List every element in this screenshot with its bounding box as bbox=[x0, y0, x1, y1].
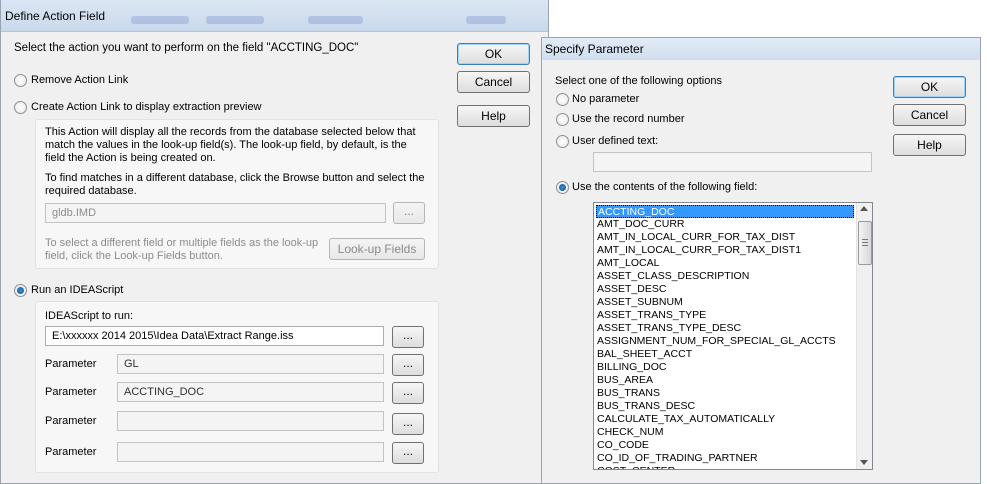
field-list-item[interactable]: AMT_DOC_CURR bbox=[597, 218, 685, 231]
user-text-input[interactable] bbox=[593, 152, 872, 172]
instruction-text: Select the action you want to perform on… bbox=[14, 42, 359, 54]
parameter-3-browse-button[interactable]: ... bbox=[392, 413, 424, 435]
field-list-item[interactable]: ASSIGNMENT_NUM_FOR_SPECIAL_GL_ACCTS bbox=[597, 335, 836, 348]
field-list-item[interactable]: CO_CODE bbox=[597, 439, 649, 452]
parameter-2-browse-button[interactable]: ... bbox=[392, 382, 424, 404]
remove-link-radio[interactable] bbox=[14, 74, 27, 87]
field-list-item[interactable]: CALCULATE_TAX_AUTOMATICALLY bbox=[597, 413, 775, 426]
title-bar[interactable]: Specify Parameter bbox=[542, 38, 980, 60]
field-list-item[interactable]: BUS_TRANS bbox=[597, 387, 660, 400]
cancel-button[interactable]: Cancel bbox=[457, 71, 530, 93]
parameter-4-browse-button[interactable]: ... bbox=[392, 442, 424, 464]
title-bar[interactable]: Define Action Field bbox=[1, 0, 548, 32]
define-action-field-dialog: Define Action Field Select the action yo… bbox=[0, 0, 549, 484]
run-script-label[interactable]: Run an IDEAScript bbox=[31, 284, 123, 296]
blurred-background-text bbox=[206, 16, 264, 24]
field-list-item[interactable]: COST_CENTER bbox=[597, 465, 675, 469]
field-list-item[interactable]: ACCTING_DOC bbox=[596, 205, 854, 218]
browse-script-button[interactable]: ... bbox=[392, 326, 424, 348]
instruction-text: Select one of the following options bbox=[555, 75, 722, 87]
window-title: Specify Parameter bbox=[545, 42, 644, 56]
ok-button[interactable]: OK bbox=[893, 76, 966, 98]
script-to-run-label: IDEAScript to run: bbox=[45, 310, 134, 322]
field-list-item[interactable]: BUS_TRANS_DESC bbox=[597, 400, 695, 413]
record-number-radio[interactable] bbox=[556, 113, 569, 126]
remove-link-label[interactable]: Remove Action Link bbox=[31, 74, 128, 86]
field-contents-label[interactable]: Use the contents of the following field: bbox=[572, 181, 757, 193]
field-contents-radio[interactable] bbox=[556, 181, 569, 194]
field-listbox[interactable]: ACCTING_DOC AMT_DOC_CURR AMT_IN_LOCAL_CURR… bbox=[593, 202, 873, 470]
no-parameter-radio[interactable] bbox=[556, 93, 569, 106]
field-list-item[interactable]: CO_ID_OF_TRADING_PARTNER bbox=[597, 452, 758, 465]
parameter-3-label: Parameter bbox=[45, 415, 97, 427]
field-list-item[interactable]: ASSET_DESC bbox=[597, 283, 666, 296]
help-button[interactable]: Help bbox=[457, 105, 530, 127]
field-list-item[interactable]: AMT_IN_LOCAL_CURR_FOR_TAX_DIST bbox=[597, 231, 795, 244]
user-text-label[interactable]: User defined text: bbox=[572, 135, 658, 147]
no-parameter-label[interactable]: No parameter bbox=[572, 93, 639, 105]
parameter-2-label: Parameter bbox=[45, 386, 97, 398]
script-path-input[interactable]: E:\xxxxxx 2014 2015\Idea Data\Extract Ra… bbox=[45, 326, 384, 346]
field-list-item[interactable]: BUS_AREA bbox=[597, 374, 653, 387]
browse-database-button[interactable]: ... bbox=[393, 202, 425, 224]
field-list-item[interactable]: ASSET_CLASS_DESCRIPTION bbox=[597, 270, 749, 283]
listbox-scrollbar[interactable] bbox=[856, 203, 872, 469]
parameter-1-label: Parameter bbox=[45, 358, 97, 370]
scroll-up-arrow-icon[interactable] bbox=[860, 206, 868, 211]
parameter-3-field[interactable] bbox=[117, 411, 384, 431]
lookup-fields-button[interactable]: Look-up Fields bbox=[329, 238, 425, 260]
create-link-radio[interactable] bbox=[14, 101, 27, 114]
parameter-4-field[interactable] bbox=[117, 442, 384, 462]
field-list-item[interactable]: BAL_SHEET_ACCT bbox=[597, 348, 692, 361]
field-list-item[interactable]: ASSET_TRANS_TYPE bbox=[597, 309, 706, 322]
blurred-background-text bbox=[131, 16, 189, 24]
run-script-group: IDEAScript to run: E:\xxxxxx 2014 2015\I… bbox=[35, 301, 439, 473]
parameter-1-browse-button[interactable]: ... bbox=[392, 354, 424, 376]
field-list-item[interactable]: ASSET_SUBNUM bbox=[597, 296, 683, 309]
parameter-2-field[interactable]: ACCTING_DOC bbox=[117, 382, 384, 402]
ok-button[interactable]: OK bbox=[457, 43, 530, 65]
field-list-item[interactable]: AMT_LOCAL bbox=[597, 257, 659, 270]
field-list-item[interactable]: AMT_IN_LOCAL_CURR_FOR_TAX_DIST1 bbox=[597, 244, 801, 257]
record-number-label[interactable]: Use the record number bbox=[572, 113, 685, 125]
help-button[interactable]: Help bbox=[893, 134, 966, 156]
blurred-background-text bbox=[308, 16, 363, 24]
lookup-description: To select a different field or multiple … bbox=[45, 237, 319, 262]
window-title: Define Action Field bbox=[5, 9, 106, 23]
scroll-down-arrow-icon[interactable] bbox=[860, 460, 868, 465]
parameter-4-label: Parameter bbox=[45, 446, 97, 458]
create-link-group: This Action will display all the records… bbox=[35, 119, 439, 269]
field-list-item[interactable]: BILLING_DOC bbox=[597, 361, 666, 374]
field-list-item[interactable]: CHECK_NUM bbox=[597, 426, 664, 439]
create-link-description: This Action will display all the records… bbox=[45, 126, 416, 164]
browse-description: To find matches in a different database,… bbox=[45, 172, 425, 197]
cancel-button[interactable]: Cancel bbox=[893, 104, 966, 126]
database-field[interactable]: gldb.IMD bbox=[45, 203, 386, 223]
parameter-1-field[interactable]: GL bbox=[117, 354, 384, 374]
blurred-background-text bbox=[466, 16, 506, 24]
run-script-radio[interactable] bbox=[14, 284, 27, 297]
user-text-radio[interactable] bbox=[556, 135, 569, 148]
scroll-thumb[interactable] bbox=[858, 221, 872, 265]
create-link-label[interactable]: Create Action Link to display extraction… bbox=[31, 101, 262, 113]
specify-parameter-dialog: Specify Parameter Select one of the foll… bbox=[541, 37, 981, 484]
field-list-item[interactable]: ASSET_TRANS_TYPE_DESC bbox=[597, 322, 741, 335]
